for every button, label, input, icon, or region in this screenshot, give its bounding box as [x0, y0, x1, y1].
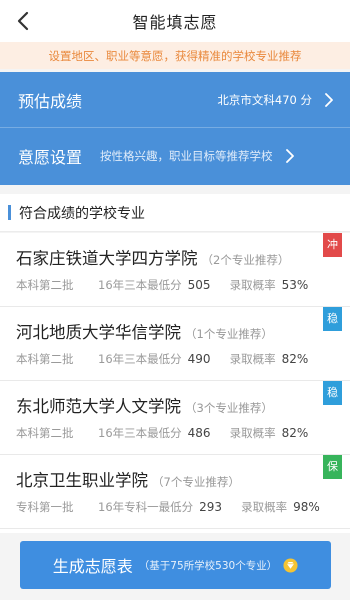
probability-label: 录取概率: [241, 500, 288, 514]
bottom-action-area: 生成志愿表 （基于75所学校530个专业）: [0, 533, 350, 600]
school-name: 北京卫生职业学院: [16, 471, 148, 490]
probability-label: 录取概率: [229, 352, 276, 366]
school-list-item[interactable]: 北京卫生职业学院 （7个专业推荐） 专科第一批 16年专科一最低分 293 录取…: [0, 455, 350, 529]
min-score-label: 16年专科一最低分: [98, 500, 194, 514]
section-title: 符合成绩的学校专业: [19, 205, 145, 222]
major-count: （1个专业推荐）: [185, 327, 273, 341]
settings-card: 预估成绩 北京市文科470 分 意愿设置 按性格兴趣，职业目标等推荐学校: [0, 72, 350, 185]
preference-setting-row[interactable]: 意愿设置 按性格兴趣，职业目标等推荐学校: [0, 128, 350, 184]
preference-label: 意愿设置: [18, 148, 83, 167]
major-count: （3个专业推荐）: [185, 401, 273, 415]
probability-value: 98%: [293, 500, 320, 514]
probability-value: 82%: [281, 426, 309, 440]
risk-tag: 冲: [323, 233, 342, 257]
probability-label: 录取概率: [229, 426, 276, 440]
generate-plan-button[interactable]: 生成志愿表 （基于75所学校530个专业）: [20, 541, 331, 589]
generate-button-label: 生成志愿表: [52, 557, 133, 576]
tip-text: 设置地区、职业等意愿，获得精准的学校专业推荐: [48, 48, 302, 63]
section-accent-bar: [8, 205, 11, 220]
risk-tag: 稳: [323, 381, 342, 405]
min-score-label: 16年三本最低分: [98, 426, 182, 440]
min-score-value: 486: [187, 426, 211, 440]
batch-label: 本科第二批: [16, 278, 74, 292]
min-score-value: 293: [199, 500, 223, 514]
school-list: 石家庄铁道大学四方学院 （2个专业推荐） 本科第二批 16年三本最低分 505 …: [0, 233, 350, 533]
chevron-right-icon: [285, 149, 297, 163]
school-list-item[interactable]: 东北师范大学人文学院 （3个专业推荐） 本科第二批 16年三本最低分 486 录…: [0, 381, 350, 455]
vip-diamond-icon: [283, 557, 298, 573]
school-name: 石家庄铁道大学四方学院: [16, 249, 198, 268]
batch-label: 本科第二批: [16, 352, 74, 366]
preference-hint: 按性格兴趣，职业目标等推荐学校: [100, 149, 273, 163]
major-count: （2个专业推荐）: [201, 253, 290, 267]
generate-button-sub: （基于75所学校530个专业）: [138, 559, 278, 572]
probability-value: 53%: [281, 278, 309, 292]
score-setting-row[interactable]: 预估成绩 北京市文科470 分: [0, 72, 350, 128]
batch-label: 本科第二批: [16, 426, 74, 440]
chevron-right-icon: [324, 92, 336, 107]
min-score-value: 490: [187, 352, 211, 366]
school-name: 河北地质大学华信学院: [16, 323, 181, 342]
school-list-item[interactable]: 河北地质大学华信学院 （1个专业推荐） 本科第二批 16年三本最低分 490 录…: [0, 307, 350, 381]
min-score-label: 16年三本最低分: [98, 278, 182, 292]
probability-value: 82%: [281, 352, 309, 366]
nav-bar: 智能填志愿: [0, 0, 350, 42]
tip-banner: 设置地区、职业等意愿，获得精准的学校专业推荐: [0, 42, 350, 69]
risk-tag: 稳: [323, 307, 342, 331]
score-value: 北京市文科470 分: [217, 92, 312, 107]
school-list-item[interactable]: 石家庄铁道大学四方学院 （2个专业推荐） 本科第二批 16年三本最低分 505 …: [0, 233, 350, 307]
school-name: 东北师范大学人文学院: [16, 397, 181, 416]
min-score-value: 505: [187, 278, 211, 292]
risk-tag: 保: [323, 455, 342, 479]
major-count: （7个专业推荐）: [152, 475, 240, 489]
score-label: 预估成绩: [18, 91, 83, 111]
min-score-label: 16年三本最低分: [98, 352, 182, 366]
section-header: 符合成绩的学校专业: [0, 194, 350, 232]
batch-label: 专科第一批: [16, 500, 74, 514]
back-arrow-icon[interactable]: [10, 8, 36, 34]
page-title: 智能填志愿: [132, 13, 218, 32]
probability-label: 录取概率: [229, 278, 276, 292]
